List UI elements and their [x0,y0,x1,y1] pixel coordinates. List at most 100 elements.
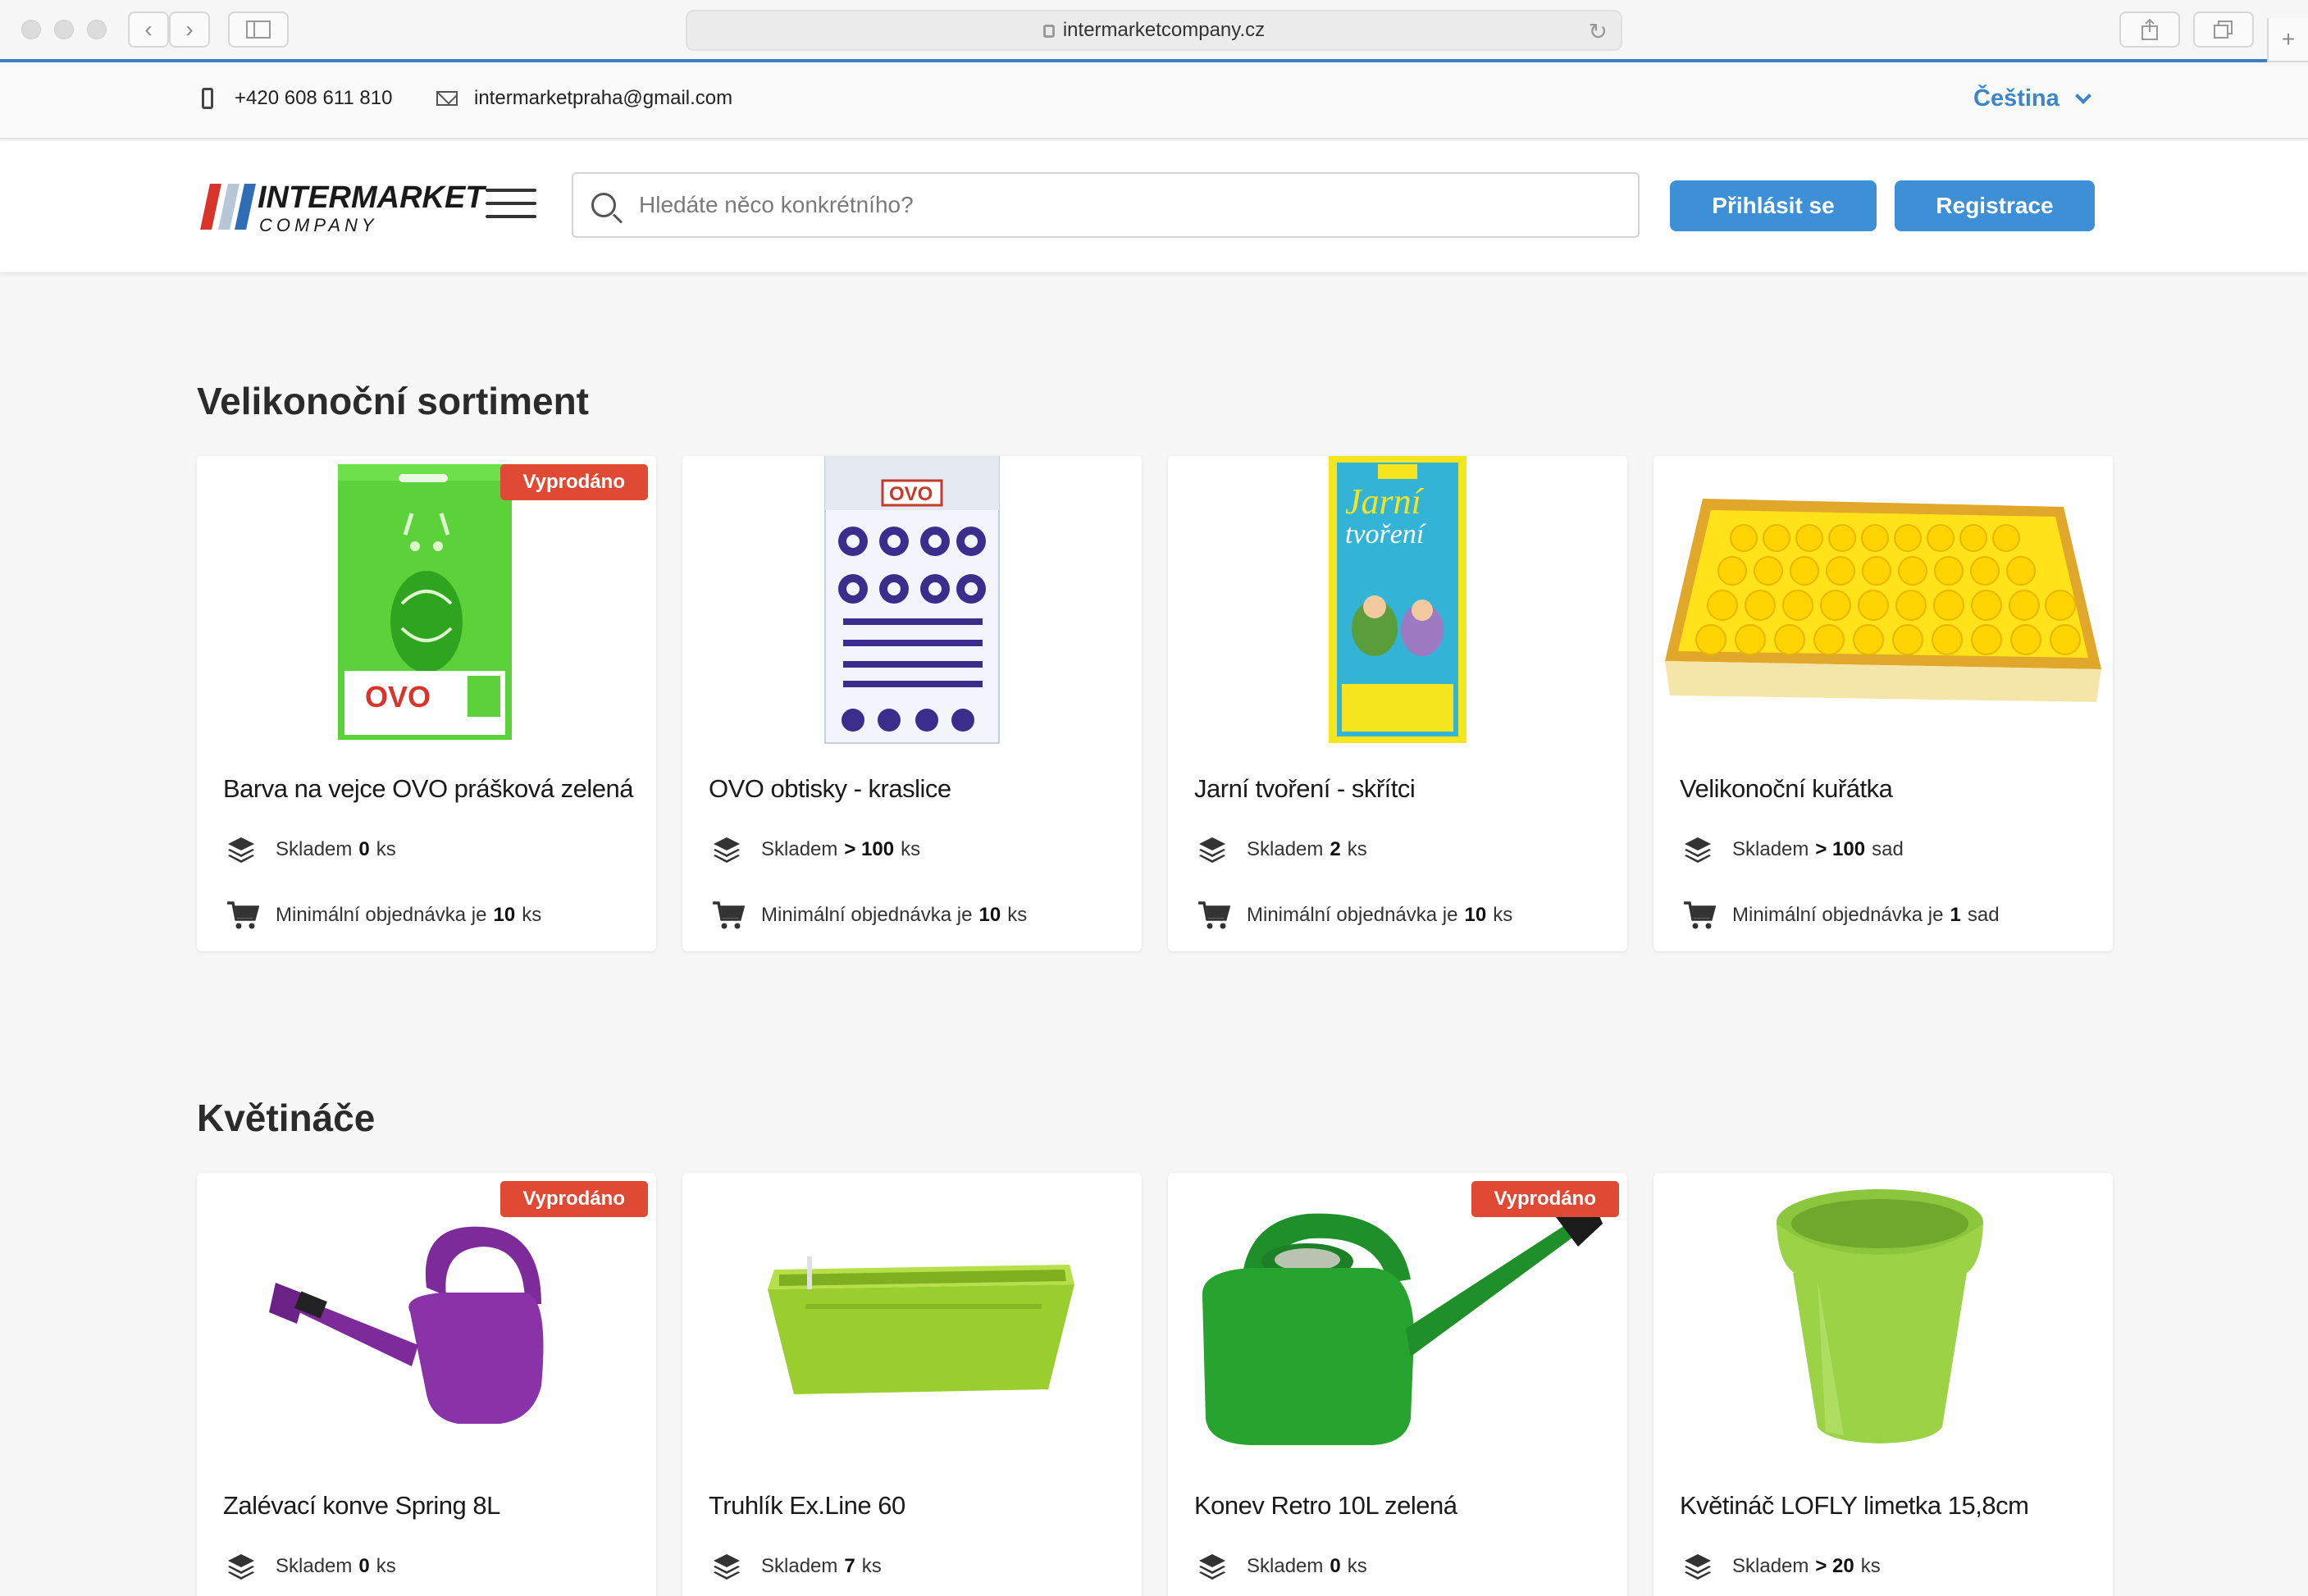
stock-value: 2 [1330,838,1341,860]
product-name[interactable]: Zalévací konve Spring 8L [223,1491,500,1521]
forward-button[interactable]: › [169,11,210,48]
stock-label: Skladem [1247,838,1324,860]
window-close-button[interactable] [21,20,41,39]
lime-flower-pot-image [1777,1189,1983,1443]
stock-value: > 20 [1815,1555,1854,1577]
new-tab-button[interactable]: + [2267,18,2308,62]
product-card[interactable]: OVO OVO obtisky - kraslice Skladem > 100… [682,456,1142,951]
product-card[interactable]: Truhlík Ex.Line 60 Skladem 7 ks [682,1173,1142,1596]
layers-icon [714,1554,740,1580]
stock-label: Skladem [276,1555,353,1577]
product-image[interactable]: OVO Vyprodáno [197,456,656,751]
product-card[interactable]: OVO Vyprodáno Barva na vejce OVO práškov… [197,456,656,951]
product-card[interactable]: Vyprodáno Zalévací konve Spring 8L Sklad… [197,1173,656,1596]
browser-toolbar: ‹ › intermarketcompany.cz ↻ + [0,0,2308,62]
min-order-value: 10 [493,904,516,926]
product-image[interactable]: Vyprodáno [197,1173,656,1468]
product-image[interactable] [1653,1173,2113,1468]
svg-text:OVO: OVO [889,483,933,505]
phone-contact[interactable]: +420 608 611 810 [202,66,392,131]
product-card[interactable]: Květináč LOFLY limetka 15,8cm Skladem > … [1653,1173,2113,1596]
egg-decal-sheet-image: OVO [824,456,1000,744]
stock-info: Skladem > 20 ks [1683,1552,1881,1581]
green-planter-box-image [768,1256,1074,1394]
egg-dye-packet-image: OVO [338,464,512,740]
sold-out-badge: Vyprodáno [1471,1181,1619,1217]
product-image[interactable]: OVO [682,456,1142,751]
product-card[interactable]: Jarní tvoření Jarní tvoření - skřítci Sk… [1168,456,1627,951]
product-name[interactable]: Jarní tvoření - skřítci [1194,774,1416,804]
sidebar-toggle-button[interactable] [228,11,289,48]
hamburger-icon [486,189,536,192]
stock-info: Skladem > 100 sad [1683,835,1904,864]
layers-icon [714,837,740,863]
product-name[interactable]: OVO obtisky - kraslice [709,774,951,804]
cart-icon [1198,901,1230,929]
stock-unit: ks [1347,838,1367,860]
chevron-right-icon: › [185,16,194,42]
svg-text:Jarní: Jarní [1345,481,1425,522]
stock-unit: ks [1347,1555,1367,1577]
product-name[interactable]: Truhlík Ex.Line 60 [709,1491,905,1521]
sold-out-badge: Vyprodáno [499,464,648,500]
stock-value: > 100 [844,838,895,860]
window-minimize-button[interactable] [54,20,74,39]
min-order-info: Minimální objednávka je 1 sad [1683,901,2000,930]
sold-out-badge: Vyprodáno [499,1181,648,1217]
product-name[interactable]: Konev Retro 10L zelená [1194,1491,1457,1521]
stock-label: Skladem [761,1555,838,1577]
product-image[interactable] [1653,456,2113,751]
search-icon [591,193,616,217]
tabs-overview-button[interactable] [2193,11,2254,48]
sidebar-icon [246,21,271,39]
min-order-value: 10 [1464,904,1487,926]
stock-info: Skladem 0 ks [226,835,396,864]
tabs-icon [2214,21,2233,39]
email-contact[interactable]: intermarketpraha@gmail.com [436,66,732,131]
product-image[interactable]: Vyprodáno [1168,1173,1627,1468]
min-order-value: 10 [978,904,1001,926]
search-input[interactable] [639,192,1607,218]
language-selector[interactable]: Čeština [1973,85,2091,112]
product-image[interactable]: Jarní tvoření [1168,456,1627,751]
logo-subtext: COMPANY [259,215,378,235]
product-image[interactable] [682,1173,1142,1468]
stock-label: Skladem [1247,1555,1324,1577]
menu-button[interactable] [486,189,536,221]
search-box[interactable] [572,172,1640,238]
stock-info: Skladem 7 ks [712,1552,882,1581]
min-order-value: 1 [1950,904,1961,926]
plus-icon: + [2281,26,2296,52]
product-name[interactable]: Květináč LOFLY limetka 15,8cm [1680,1491,2029,1521]
reload-icon[interactable]: ↻ [1589,18,1608,45]
share-icon [2142,18,2158,40]
min-order-label: Minimální objednávka je [1732,904,1944,926]
product-name[interactable]: Barva na vejce OVO prášková zelená [223,774,633,804]
language-label: Čeština [1973,85,2059,112]
product-name[interactable]: Velikonoční kuřátka [1680,774,1893,804]
min-order-unit: ks [1007,904,1028,926]
phone-number: +420 608 611 810 [235,87,393,109]
green-watering-can-image [1202,1204,1603,1445]
window-zoom-button[interactable] [87,20,107,39]
product-card[interactable]: Vyprodáno Konev Retro 10L zelená Skladem… [1168,1173,1627,1596]
purple-watering-can-image [269,1226,544,1424]
logo-red-stripe [200,184,221,230]
product-card[interactable]: Velikonoční kuřátka Skladem > 100 sad Mi… [1653,456,2113,951]
layers-icon [1685,837,1711,863]
login-button[interactable]: Přihlásit se [1670,180,1877,231]
email-address: intermarketpraha@gmail.com [474,87,733,109]
min-order-label: Minimální objednávka je [1247,904,1458,926]
stock-value: > 100 [1815,838,1866,860]
stock-unit: ks [376,1555,396,1577]
chevron-down-icon [2074,87,2091,104]
back-button[interactable]: ‹ [128,11,169,48]
register-button[interactable]: Registrace [1895,180,2095,231]
min-order-label: Minimální objednávka je [761,904,973,926]
min-order-info: Minimální objednávka je 10 ks [1197,901,1512,930]
address-bar[interactable]: intermarketcompany.cz ↻ [686,10,1622,51]
share-button[interactable] [2119,11,2180,48]
company-logo[interactable]: INTERMARKET COMPANY [200,177,485,235]
url-text: intermarketcompany.cz [1062,19,1266,41]
stock-unit: sad [1872,838,1904,860]
